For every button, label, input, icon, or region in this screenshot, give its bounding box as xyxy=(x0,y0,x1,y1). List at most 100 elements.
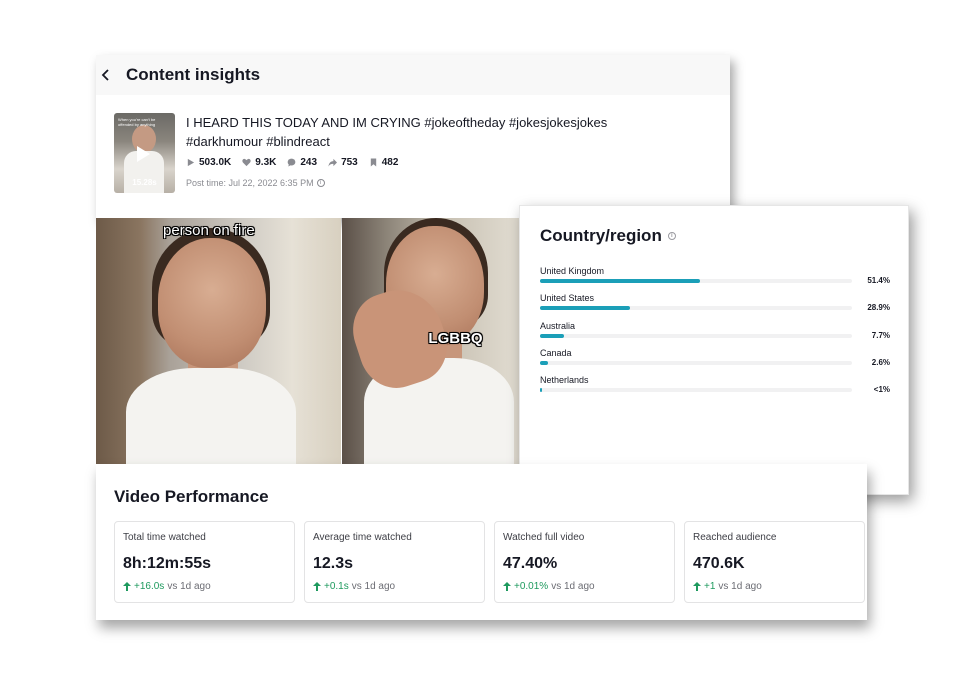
video-frame-2: LGBBQ xyxy=(342,218,520,464)
metric-delta-suffix: vs 1d ago xyxy=(718,581,762,592)
country-percentage: <1% xyxy=(873,385,890,395)
views-stat: 503.0K xyxy=(186,157,231,168)
metric-row: Total time watched 8h:12m:55s +16.0s vs 1d … xyxy=(114,521,865,603)
views-count: 503.0K xyxy=(199,157,232,168)
metric-delta: +1 vs 1d ago xyxy=(693,581,856,592)
metric-label: Watched full video xyxy=(503,532,585,543)
metric-delta-value: +16.0s xyxy=(134,581,165,592)
bookmark-icon xyxy=(370,158,376,167)
chevron-left-icon[interactable] xyxy=(96,65,116,85)
comment-icon xyxy=(288,158,296,167)
country-region-title: Country/region i xyxy=(540,226,676,246)
country-bar-track xyxy=(540,360,852,365)
video-duration: 15.28s xyxy=(132,178,157,187)
arrow-up-icon xyxy=(503,582,511,591)
metric-delta: +0.01% vs 1d ago xyxy=(503,581,666,592)
metric-card: Watched full video 47.40% +0.01% vs 1d ago xyxy=(494,521,675,603)
country-bar-track xyxy=(540,279,852,283)
metric-delta-suffix: vs 1d ago xyxy=(167,581,211,592)
arrow-up-icon xyxy=(313,582,321,591)
country-region-title-text: Country/region xyxy=(540,226,662,245)
country-bar-fill xyxy=(540,388,543,393)
metric-delta-value: +0.1s xyxy=(324,581,349,592)
video-performance-title: Video Performance xyxy=(114,487,269,506)
frame-1-overlay-text: person on fire xyxy=(163,222,255,239)
metric-card: Total time watched 8h:12m:55s +16.0s vs 1d … xyxy=(114,521,295,603)
country-item: United States 28.9% xyxy=(540,293,890,320)
saves-stat: 482 xyxy=(369,157,399,168)
video-thumbnail[interactable]: When you're can't be offended by anythin… xyxy=(114,113,175,193)
country-bar-track xyxy=(540,306,852,311)
country-bar-fill xyxy=(540,360,549,365)
post-caption: I HEARD THIS TODAY AND IM CRYING #jokeof… xyxy=(186,113,626,151)
shares-count: 753 xyxy=(341,157,358,168)
metric-label: Average time watched xyxy=(313,532,412,543)
country-bar-fill xyxy=(540,333,565,338)
content-insights-card: Content insights When you're can't be of… xyxy=(96,55,730,218)
frame-2-overlay-text: LGBBQ xyxy=(428,330,483,347)
frame-1-face xyxy=(158,238,266,368)
play-count-icon xyxy=(187,158,195,167)
post-time: Post time: Jul 22, 2022 6:35 PM i xyxy=(186,178,626,188)
comments-count: 243 xyxy=(300,157,318,168)
metric-label: Reached audience xyxy=(693,532,777,543)
page-title: Content insights xyxy=(126,65,261,84)
metric-label: Total time watched xyxy=(123,532,206,543)
metric-card: Average time watched 12.3s +0.1s vs 1d ago xyxy=(304,521,485,603)
metric-delta-value: +0.01% xyxy=(514,581,549,592)
share-icon xyxy=(328,158,338,167)
insights-header: Content insights xyxy=(96,55,730,95)
comments-stat: 243 xyxy=(287,157,317,168)
metric-value: 12.3s xyxy=(313,555,354,572)
metric-delta-suffix: vs 1d ago xyxy=(351,581,396,592)
country-percentage: 2.6% xyxy=(871,357,890,367)
thumbnail-caption: When you're can't be offended by anythin… xyxy=(118,117,156,127)
metric-value: 8h:12m:55s xyxy=(123,555,212,572)
country-percentage: 28.9% xyxy=(867,303,890,313)
country-name: Australia xyxy=(540,320,576,331)
country-percentage: 51.4% xyxy=(867,276,890,285)
video-frame-1: person on fire xyxy=(96,218,342,464)
country-region-card: Country/region i United Kingdom 51.4% Unit… xyxy=(519,205,909,495)
country-item: Canada 2.6% xyxy=(540,348,890,375)
post-caption-line-1: I HEARD THIS TODAY AND IM CRYING #jokeof… xyxy=(186,115,608,130)
country-percentage: 7.7% xyxy=(871,330,890,340)
info-icon[interactable]: i xyxy=(316,179,325,187)
metric-delta: +16.0s vs 1d ago xyxy=(123,581,286,592)
metric-delta-suffix: vs 1d ago xyxy=(551,581,595,592)
post-time-text: Post time: Jul 22, 2022 6:35 PM xyxy=(186,178,314,188)
metric-delta: +0.1s vs 1d ago xyxy=(313,581,476,592)
post-summary: When you're can't be offended by anythin… xyxy=(114,113,720,193)
post-stats: 503.0K 9.3K 243 753 482 xyxy=(186,157,626,168)
country-list: United Kingdom 51.4% United States 28.9% Aus… xyxy=(540,266,890,402)
post-info: I HEARD THIS TODAY AND IM CRYING #jokeof… xyxy=(186,113,626,193)
country-bar-track xyxy=(540,388,852,393)
metric-delta-value: +1 xyxy=(704,581,716,592)
country-name: United States xyxy=(540,293,595,304)
country-bar-fill xyxy=(540,306,631,311)
country-bar-track xyxy=(540,333,852,338)
country-name: Canada xyxy=(540,347,572,358)
post-caption-line-2: #darkhumour #blindreact xyxy=(186,134,330,149)
shares-stat: 753 xyxy=(328,157,358,168)
frame-1-top xyxy=(126,368,296,464)
info-icon[interactable]: i xyxy=(667,232,676,240)
heart-icon xyxy=(242,158,251,167)
country-item: Netherlands <1% xyxy=(540,375,890,402)
saves-count: 482 xyxy=(381,157,399,168)
metric-card: Reached audience 470.6K +1 vs 1d ago xyxy=(684,521,865,603)
country-name: Netherlands xyxy=(540,375,589,386)
country-item: United Kingdom 51.4% xyxy=(540,266,890,293)
video-performance-card: Video Performance Total time watched 8h:1… xyxy=(96,464,867,620)
arrow-up-icon xyxy=(123,582,131,591)
country-item: Australia 7.7% xyxy=(540,321,890,348)
likes-stat: 9.3K xyxy=(242,157,276,168)
likes-count: 9.3K xyxy=(255,157,277,168)
video-frames: person on fire LGBBQ xyxy=(96,218,520,464)
country-bar-fill xyxy=(540,279,701,283)
play-icon[interactable] xyxy=(137,146,150,162)
arrow-up-icon xyxy=(693,582,701,591)
metric-value: 470.6K xyxy=(693,555,745,572)
metric-value: 47.40% xyxy=(503,555,558,572)
country-name: United Kingdom xyxy=(540,266,605,276)
